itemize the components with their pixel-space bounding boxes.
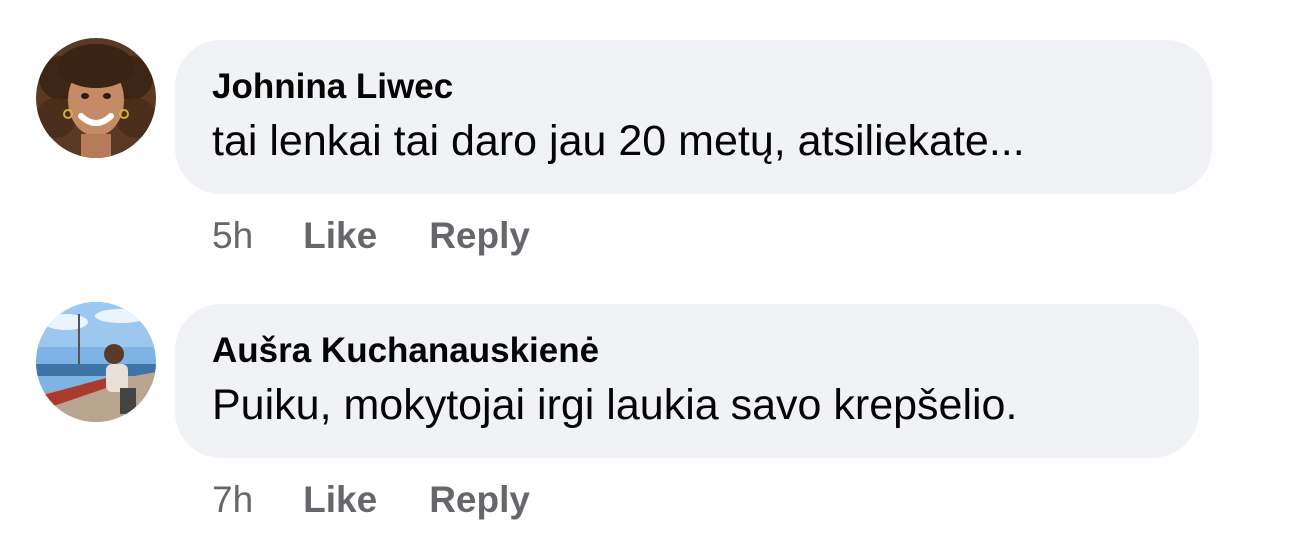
comment-author-name[interactable]: Aušra Kuchanauskienė: [212, 331, 1161, 371]
comment-timestamp[interactable]: 7h: [212, 479, 253, 521]
comment-actions: 5h Like Reply: [212, 212, 530, 260]
avatar[interactable]: [36, 302, 156, 422]
comment-bubble: Aušra Kuchanauskienė Puiku, mokytojai ir…: [175, 304, 1199, 458]
avatar-portrait-icon: [36, 38, 156, 158]
comment-author-name[interactable]: Johnina Liwec: [212, 67, 1174, 107]
comment-text: tai lenkai tai daro jau 20 metų, atsilie…: [212, 117, 1025, 165]
reply-button[interactable]: Reply: [429, 215, 530, 257]
comment-timestamp[interactable]: 5h: [212, 215, 253, 257]
reply-button[interactable]: Reply: [429, 479, 530, 521]
comment-bubble: Johnina Liwec tai lenkai tai daro jau 20…: [175, 40, 1212, 194]
like-button[interactable]: Like: [303, 215, 377, 257]
comment-actions: 7h Like Reply: [212, 476, 530, 524]
like-button[interactable]: Like: [303, 479, 377, 521]
avatar-portrait-icon: [36, 302, 156, 422]
comment-text: Puiku, mokytojai irgi laukia savo krepše…: [212, 381, 1018, 429]
avatar[interactable]: [36, 38, 156, 158]
